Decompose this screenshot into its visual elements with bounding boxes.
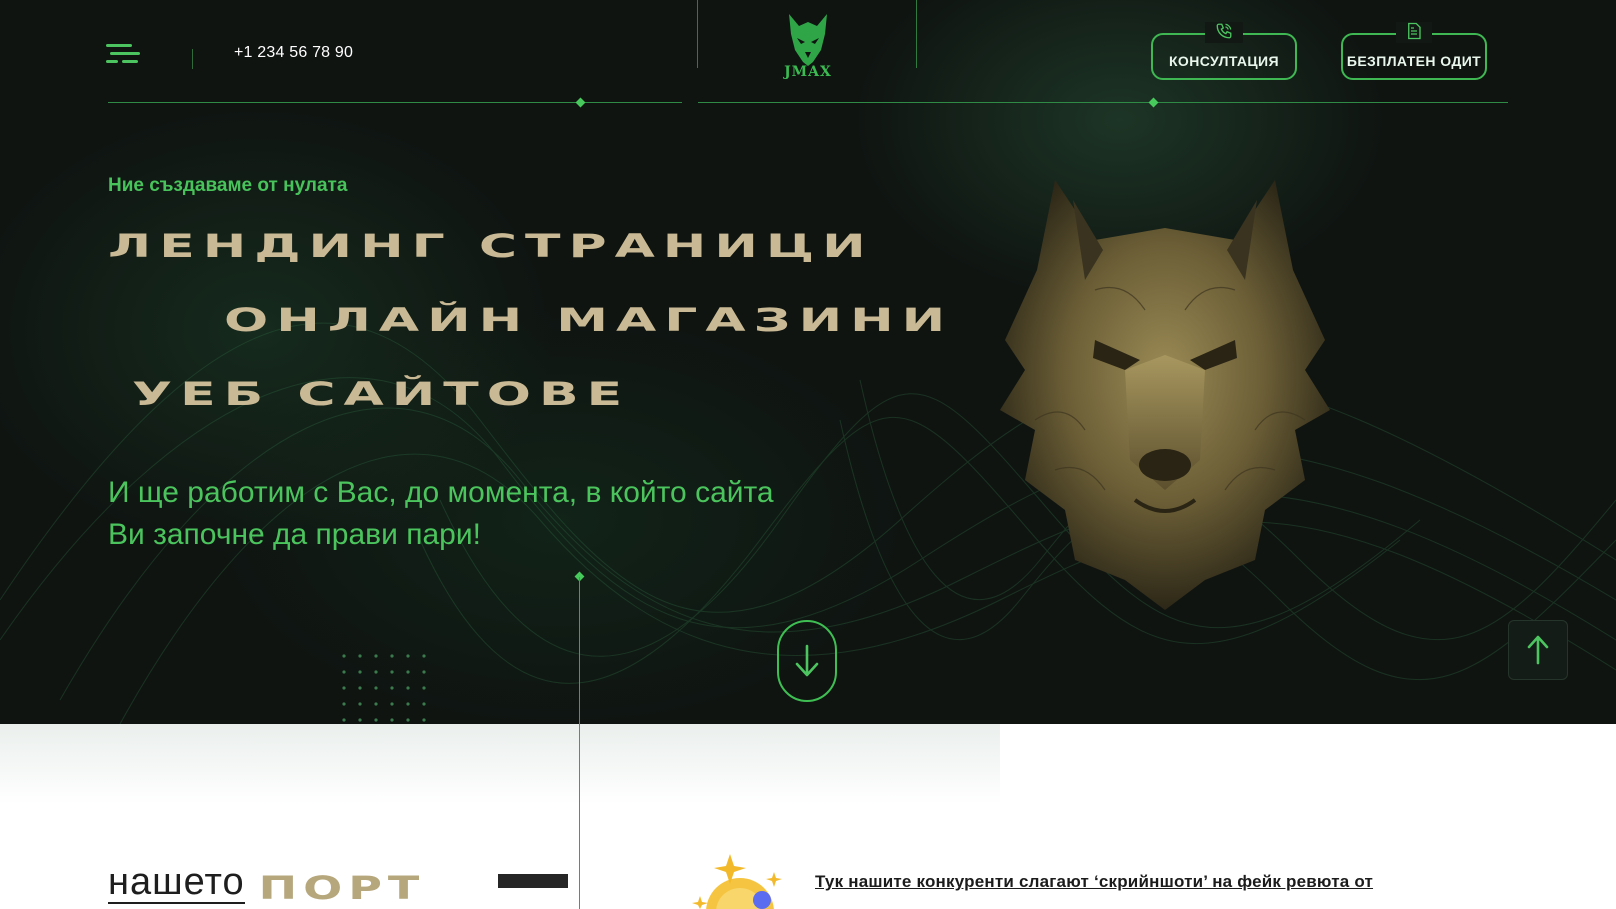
wolf-head-image xyxy=(1000,180,1330,610)
dots-decoration xyxy=(342,654,426,722)
phone-icon xyxy=(1205,22,1243,43)
logo-text: JMAX xyxy=(784,64,832,80)
section-vertical-line xyxy=(579,577,580,909)
headline-line-1: ЛЕНДИНГ СТРАНИЦИ xyxy=(108,228,874,266)
consultation-label: КОНСУЛТАЦИЯ xyxy=(1168,52,1279,69)
stars-illustration xyxy=(692,854,782,909)
arrow-down-icon xyxy=(795,644,819,677)
logo-divider-right xyxy=(916,0,917,68)
document-icon xyxy=(1396,22,1432,43)
header-line-left xyxy=(108,102,682,103)
back-to-top-button[interactable] xyxy=(1508,620,1568,680)
portfolio-title: нашето ПОРТ xyxy=(108,858,425,904)
hero-section: +1 234 56 78 90 JMAX КОНСУЛТАЦИЯ БЕЗПЛАТ… xyxy=(0,0,1616,724)
phone-divider xyxy=(192,49,193,69)
decorative-waves xyxy=(0,322,1616,724)
header-line-right xyxy=(698,102,1508,103)
arrow-up-icon xyxy=(1527,635,1549,665)
menu-icon[interactable] xyxy=(106,44,140,68)
free-audit-button[interactable]: БЕЗПЛАТЕН ОДИТ xyxy=(1341,22,1487,80)
scroll-down-button[interactable] xyxy=(777,620,837,702)
hero-eyebrow: Ние създаваме от нулата xyxy=(108,175,348,196)
section-shadow xyxy=(0,724,1000,804)
portfolio-title-word1: нашето xyxy=(108,861,245,904)
portfolio-bar xyxy=(498,874,568,888)
hero-subtitle: И ще работим с Вас, до момента, в който … xyxy=(108,476,774,551)
portfolio-title-word2: ПОРТ xyxy=(258,869,426,907)
free-audit-label: БЕЗПЛАТЕН ОДИТ xyxy=(1346,52,1482,69)
phone-number[interactable]: +1 234 56 78 90 xyxy=(234,44,353,62)
headline-line-2: ОНЛАЙН МАГАЗИНИ xyxy=(224,302,954,340)
consultation-button[interactable]: КОНСУЛТАЦИЯ xyxy=(1151,22,1297,80)
logo-divider-left xyxy=(697,0,698,68)
reviews-intro-link[interactable]: Тук нашите конкуренти слагают ‘скрийншот… xyxy=(815,872,1373,892)
headline-line-3: УЕБ САЙТОВЕ xyxy=(132,376,631,414)
